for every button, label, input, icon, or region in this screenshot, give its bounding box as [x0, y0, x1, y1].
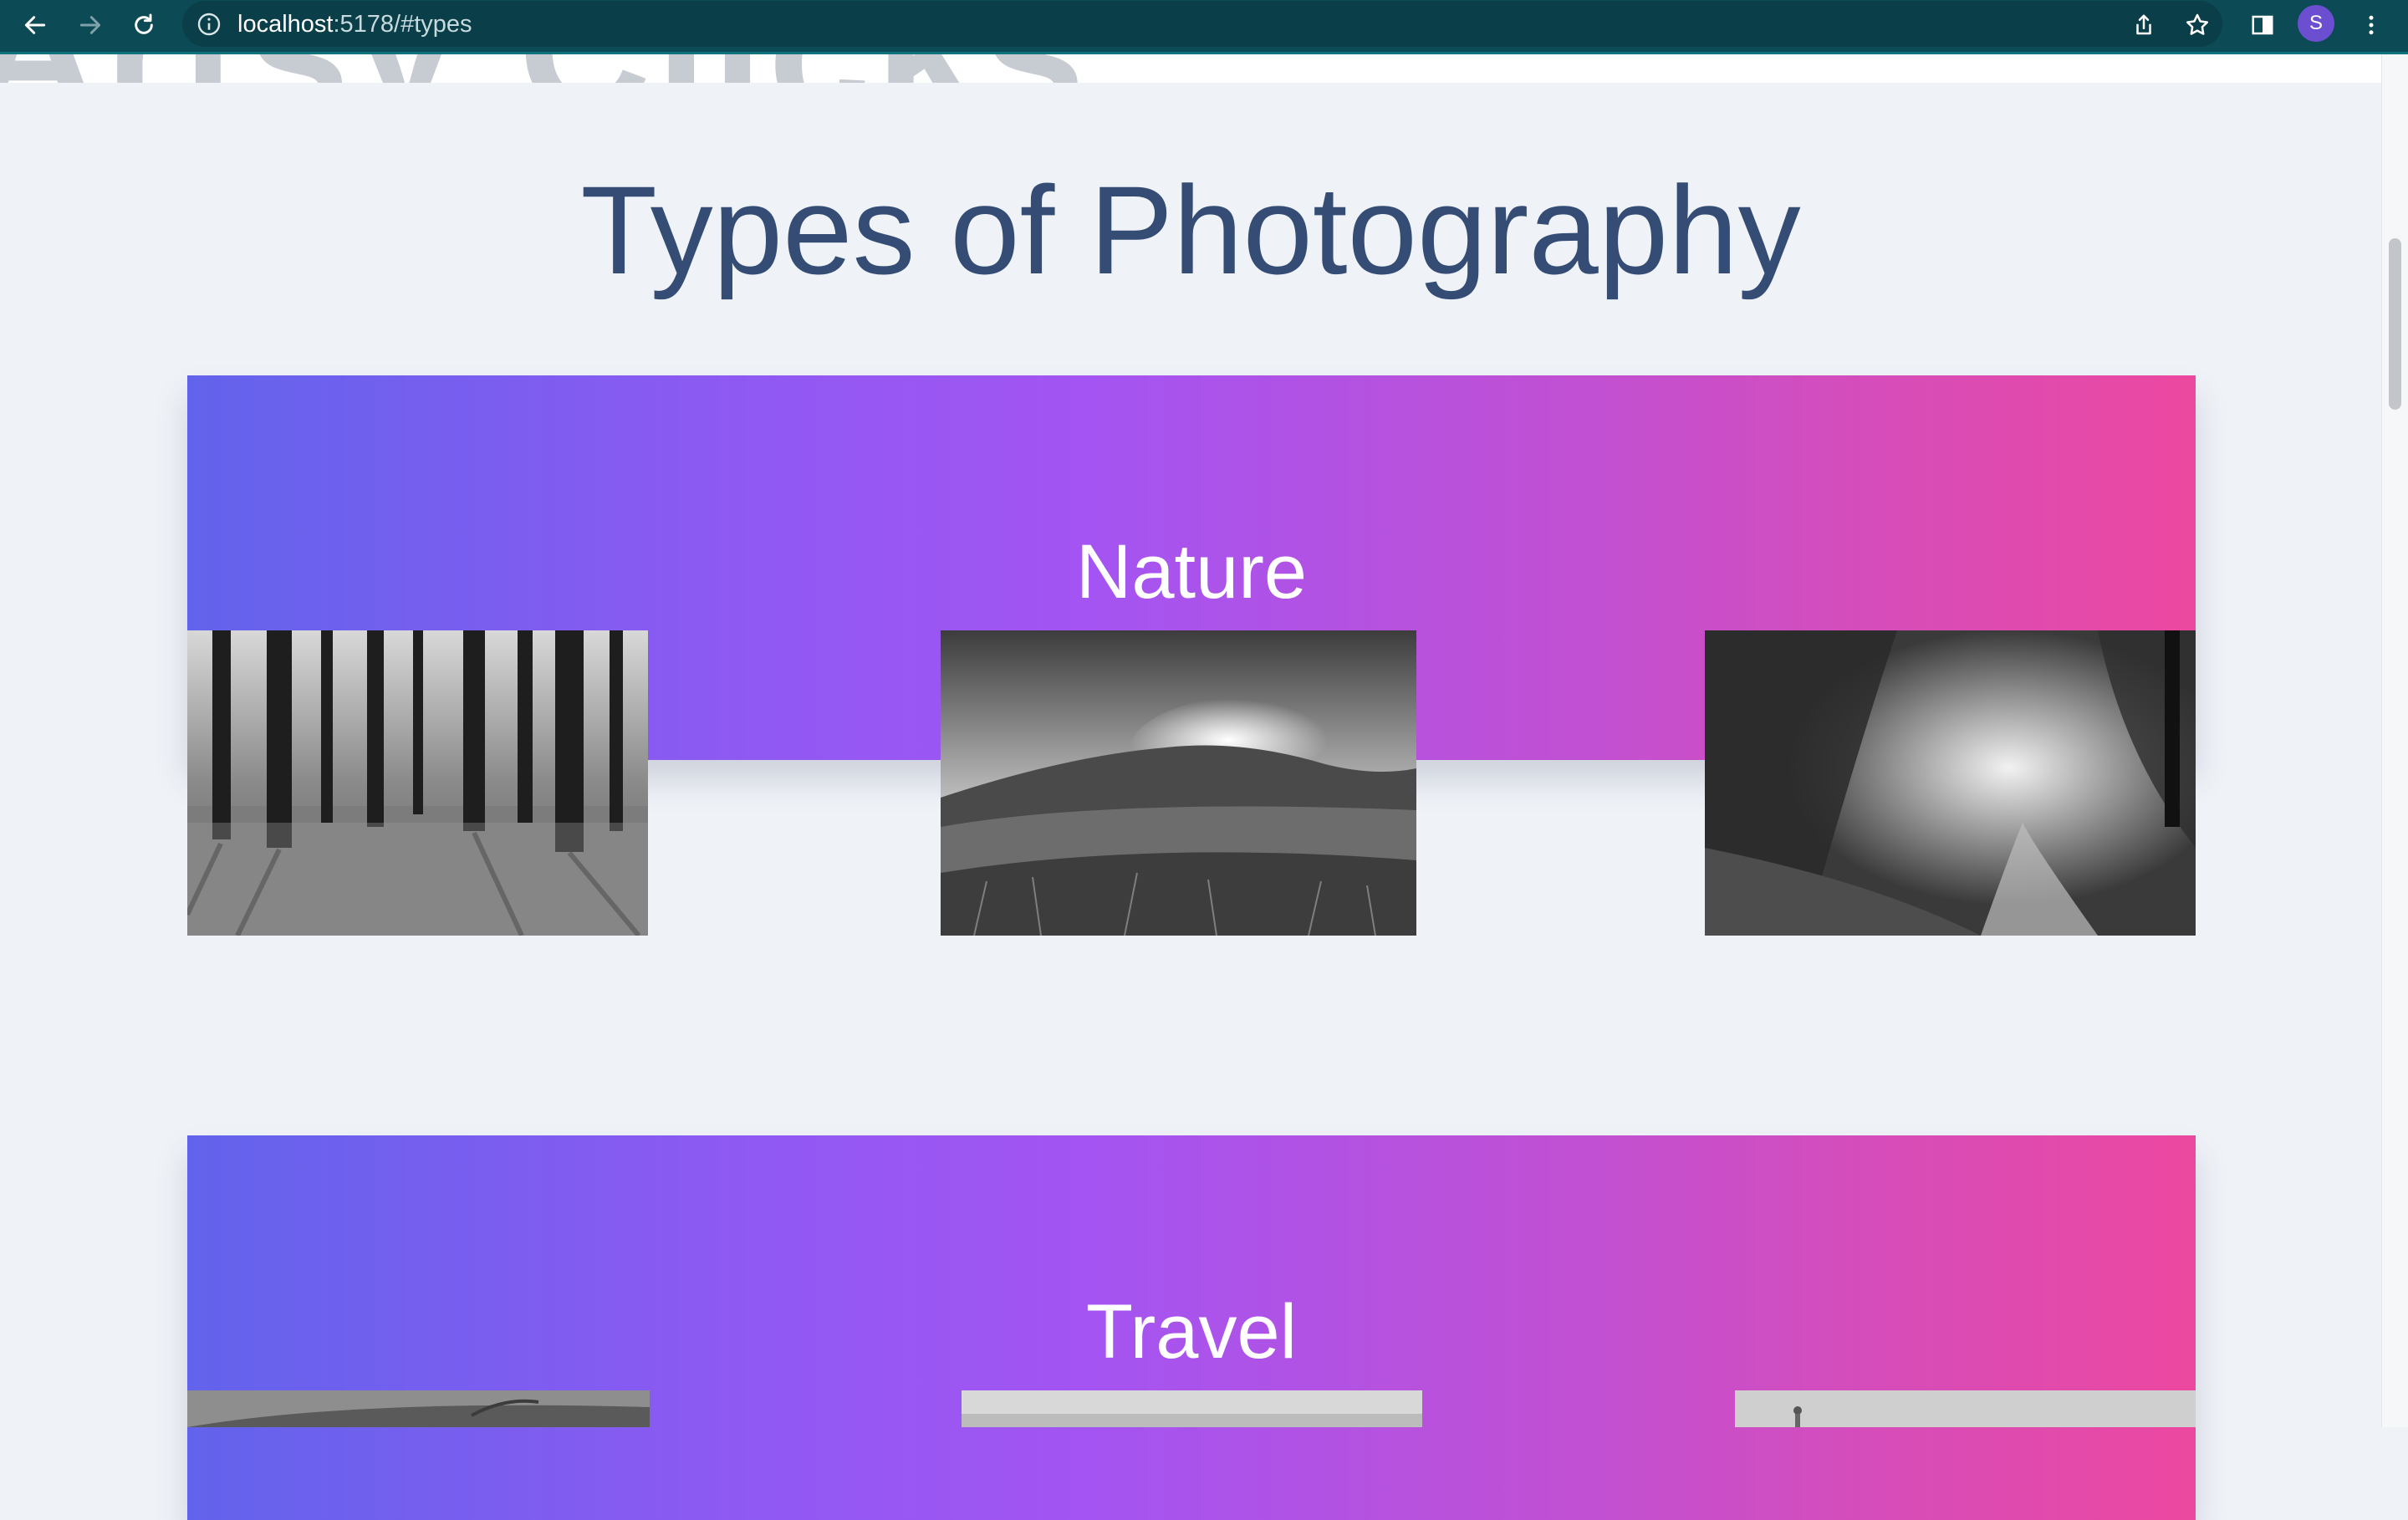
star-icon[interactable] [2177, 5, 2217, 45]
profile-avatar[interactable]: S [2298, 5, 2334, 42]
side-panel-icon[interactable] [2242, 5, 2283, 45]
browser-toolbar: localhost:5178/#types S [0, 0, 2408, 54]
back-arrow-icon[interactable] [15, 5, 55, 45]
page-title: Types of Photography [580, 160, 1801, 300]
scrollbar-thumb[interactable] [2389, 238, 2401, 410]
menu-dots-icon[interactable] [2351, 5, 2391, 45]
section-travel: Travel [187, 1135, 2196, 1520]
woodland-path-photo[interactable] [1705, 630, 2196, 936]
url-path: :5178/#types [333, 11, 472, 38]
forward-arrow-icon[interactable] [70, 5, 110, 45]
travel-photo-1[interactable] [187, 1390, 650, 1427]
reload-icon[interactable] [124, 5, 164, 45]
section-title-nature: Nature [1075, 529, 1308, 615]
share-icon[interactable] [2124, 5, 2164, 45]
travel-photo-3[interactable] [1735, 1390, 2196, 1427]
section-nature: Nature [187, 375, 2196, 936]
forest-trees-photo[interactable] [187, 630, 648, 936]
address-bar[interactable]: localhost:5178/#types [182, 1, 2222, 47]
info-icon[interactable] [196, 11, 222, 38]
travel-photo-2[interactable] [962, 1390, 1422, 1427]
brand-logo[interactable]: Artsy Clicks [0, 54, 1090, 83]
site-header: Artsy Clicks [0, 54, 2381, 83]
mountain-sunset-photo[interactable] [941, 630, 1416, 936]
url-host: localhost [237, 11, 334, 38]
section-title-travel: Travel [1085, 1289, 1298, 1375]
url-text[interactable]: localhost:5178/#types [237, 10, 472, 38]
